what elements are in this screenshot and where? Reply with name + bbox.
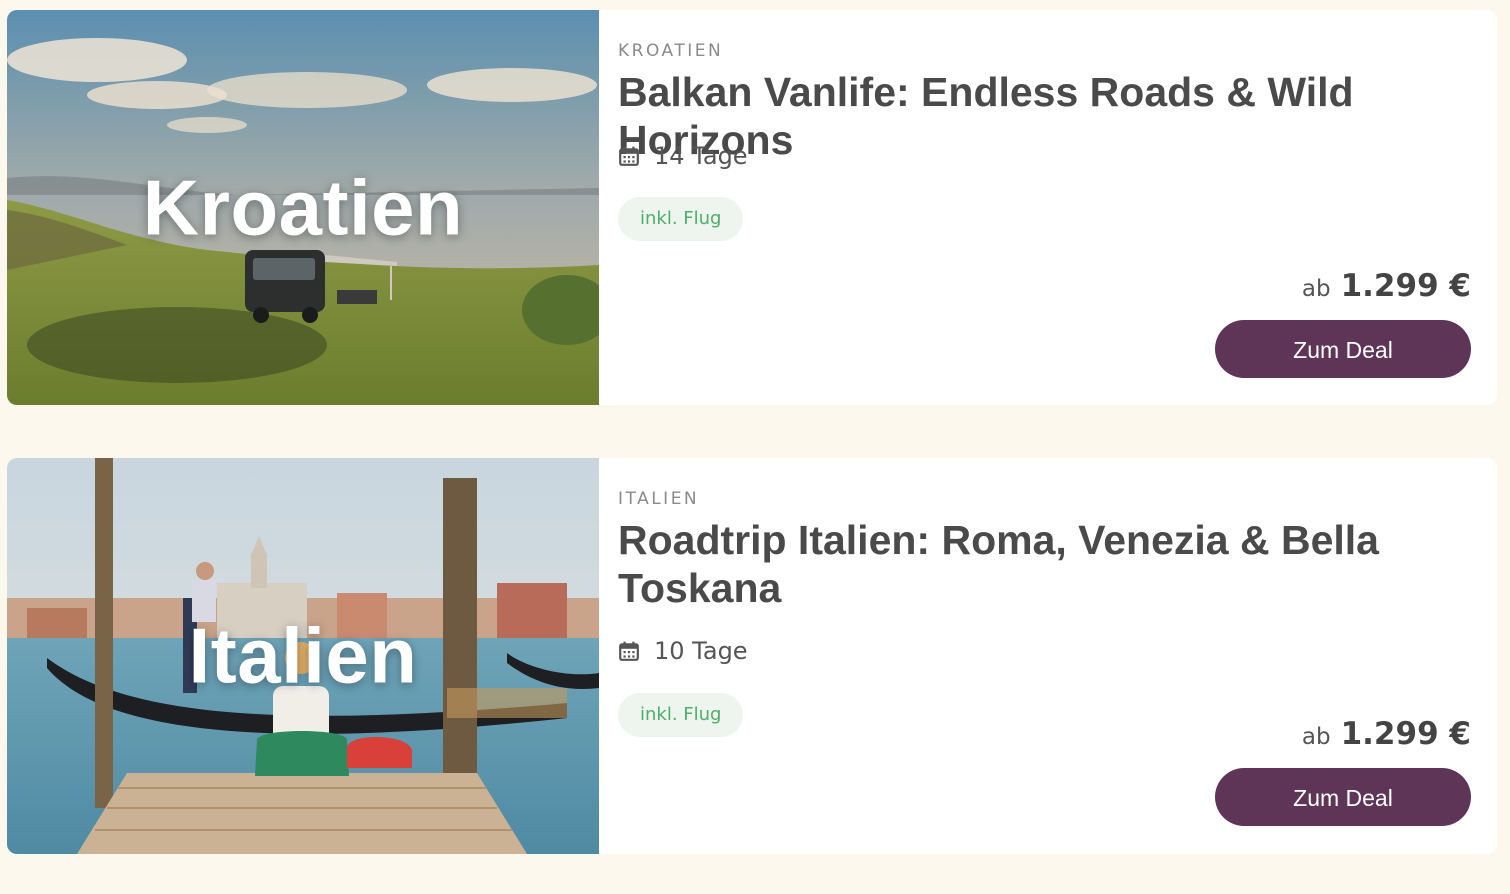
deal-duration: 10 Tage <box>618 637 748 665</box>
price-amount: 1.299 € <box>1340 716 1471 752</box>
price-prefix: ab <box>1301 724 1331 750</box>
deal-card[interactable]: Italien ITALIEN Roadtrip Italien: Roma, … <box>7 458 1497 854</box>
duration-text: 10 Tage <box>654 637 748 665</box>
price-amount: 1.299 € <box>1340 268 1471 304</box>
image-destination-label: Italien <box>188 611 418 700</box>
image-destination-label: Kroatien <box>142 163 464 251</box>
calendar-icon <box>619 146 639 166</box>
deal-card[interactable]: Kroatien KROATIEN Balkan Vanlife: Endles… <box>7 10 1497 405</box>
deal-country: KROATIEN <box>618 41 724 61</box>
duration-text: 14 Tage <box>654 142 748 170</box>
deal-image[interactable]: Italien <box>7 458 599 854</box>
deal-country: ITALIEN <box>618 489 700 509</box>
zum-deal-button[interactable]: Zum Deal <box>1215 320 1471 378</box>
deal-duration: 14 Tage <box>618 142 748 170</box>
deal-details: KROATIEN Balkan Vanlife: Endless Roads &… <box>599 10 1497 405</box>
calendar-icon <box>619 641 639 661</box>
deal-price: ab 1.299 € <box>1302 716 1471 752</box>
deal-price: ab 1.299 € <box>1302 268 1471 304</box>
price-prefix: ab <box>1301 276 1331 302</box>
deal-details: ITALIEN Roadtrip Italien: Roma, Venezia … <box>599 458 1497 854</box>
deal-image[interactable]: Kroatien <box>7 10 599 405</box>
zum-deal-button[interactable]: Zum Deal <box>1215 768 1471 826</box>
deal-title[interactable]: Roadtrip Italien: Roma, Venezia & Bella … <box>618 516 1398 612</box>
flight-included-badge: inkl. Flug <box>618 693 744 737</box>
flight-included-badge: inkl. Flug <box>618 197 744 241</box>
